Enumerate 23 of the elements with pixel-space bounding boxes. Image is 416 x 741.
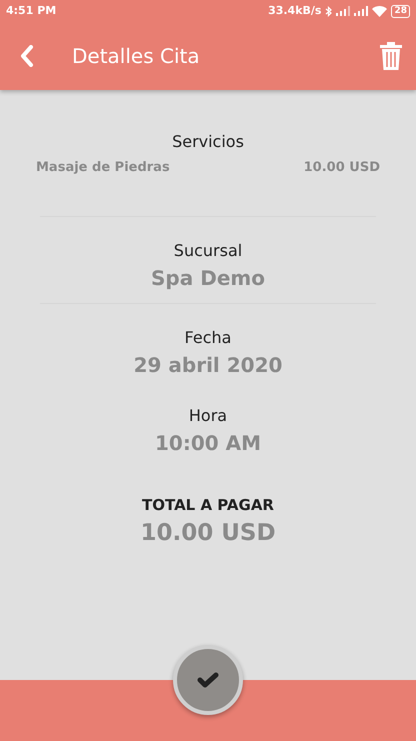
back-icon[interactable] [20, 45, 34, 67]
signal-icon [336, 6, 350, 16]
status-time: 4:51 PM [6, 2, 56, 19]
field-value: 10:00 AM [154, 430, 262, 456]
service-name: Masaje de Piedras [36, 159, 170, 177]
field-label: Sucursal [172, 240, 244, 262]
trash-icon[interactable] [380, 42, 402, 70]
field-label: Hora [188, 404, 228, 426]
field-value: 29 abril 2020 [132, 352, 284, 378]
field-value: Spa Demo [150, 264, 266, 292]
check-icon [197, 672, 219, 688]
service-price: 10.00 USD [304, 159, 380, 177]
signal-icon [354, 6, 368, 16]
bluetooth-icon [325, 6, 332, 16]
confirm-button[interactable] [173, 645, 243, 715]
field-label: Fecha [184, 326, 232, 348]
battery-icon: 28 [391, 4, 410, 18]
section-heading: Servicios [171, 131, 245, 153]
network-speed: 33.4kB/s [268, 2, 322, 19]
wifi-icon [372, 6, 388, 16]
total-value: 10.00 USD [139, 519, 277, 548]
total-label: TOTAL A PAGAR [141, 494, 275, 516]
screen-title: Detalles Cita [72, 43, 201, 70]
